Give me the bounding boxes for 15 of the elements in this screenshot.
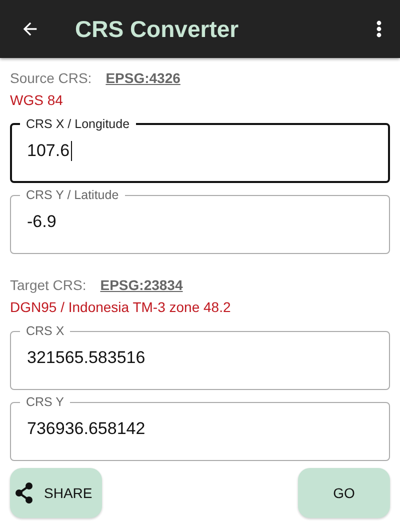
crs-label: Source CRS: <box>10 70 92 86</box>
input-field[interactable]: CRS X 321565.583516 <box>10 324 390 390</box>
input-field[interactable]: CRS Y / Latitude -6.9 <box>10 188 390 254</box>
app-title: CRS Converter <box>75 16 240 42</box>
crs-code-link[interactable]: EPSG:23834 <box>100 277 183 293</box>
crs-name: WGS 84 <box>10 92 64 110</box>
crs-label: Target CRS: <box>10 277 86 293</box>
go-button[interactable]: GO <box>298 468 390 518</box>
share-icon <box>14 482 34 504</box>
share-button[interactable]: SHARE <box>10 468 102 518</box>
crs-name: DGN95 / Indonesia TM-3 zone 48.2 <box>10 299 232 317</box>
crs-code-link[interactable]: EPSG:4326 <box>106 70 180 86</box>
input-field[interactable]: CRS X / Longitude 107.6 <box>10 117 390 183</box>
more-menu-icon[interactable] <box>376 20 382 38</box>
input-field[interactable]: CRS Y 736936.658142 <box>10 395 390 461</box>
